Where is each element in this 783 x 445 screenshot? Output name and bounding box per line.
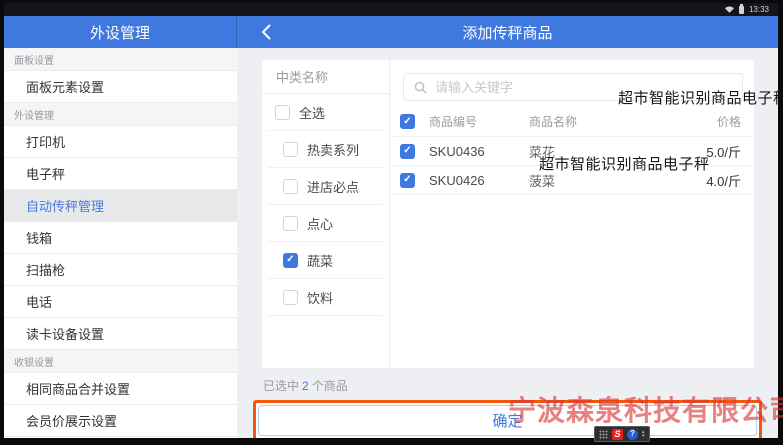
search-box[interactable] xyxy=(403,73,743,101)
collapse-arrows-icon[interactable]: ▴▾ xyxy=(642,430,645,438)
column-header-name: 商品名称 xyxy=(529,113,669,130)
add-products-panel: 中类名称 全选 热卖系列 进店必点 xyxy=(262,60,754,368)
search-input[interactable] xyxy=(435,80,732,95)
checkbox[interactable] xyxy=(283,179,298,194)
category-option-label: 全选 xyxy=(299,103,325,122)
row-price: 5.0/斤 xyxy=(669,142,741,161)
checkbox[interactable] xyxy=(283,216,298,231)
product-table-header: 商品编号 商品名称 价格 xyxy=(390,107,754,137)
row-checkbox-checked-icon[interactable] xyxy=(400,173,415,188)
checkbox[interactable] xyxy=(283,142,298,157)
sidebar-section-cashier-settings: 收银设置 xyxy=(4,350,237,373)
sidebar-list: 面板设置 面板元素设置 外设管理 打印机 电子秤 自动传秤管理 钱箱 扫描枪 电… xyxy=(4,48,237,438)
category-option-label: 热卖系列 xyxy=(307,140,359,159)
row-sku: SKU0436 xyxy=(429,144,529,159)
main-body: 中类名称 全选 热卖系列 进店必点 xyxy=(237,48,778,438)
select-all-checkbox-checked-icon[interactable] xyxy=(400,114,415,129)
row-name: 菠菜 xyxy=(529,171,669,190)
sidebar-item-printer[interactable]: 打印机 xyxy=(4,126,237,158)
column-header-sku: 商品编号 xyxy=(429,113,529,130)
back-button[interactable] xyxy=(253,16,279,48)
product-column: 商品编号 商品名称 价格 SKU0436 菜花 5.0/斤 xyxy=(390,60,754,368)
snagit-icon[interactable]: S xyxy=(612,429,623,440)
row-checkbox-checked-icon[interactable] xyxy=(400,144,415,159)
help-icon[interactable]: ? xyxy=(627,429,638,440)
main-area: 添加传秤商品 中类名称 全选 热卖系列 xyxy=(237,16,778,438)
sidebar-item-electronic-scale[interactable]: 电子秤 xyxy=(4,158,237,190)
sidebar-section-panel-settings: 面板设置 xyxy=(4,48,237,71)
app-body: 外设管理 面板设置 面板元素设置 外设管理 打印机 电子秤 自动传秤管理 钱箱 … xyxy=(4,16,778,438)
category-option-label: 进店必点 xyxy=(307,177,359,196)
capture-toolbar[interactable]: S ? ▴▾ xyxy=(594,426,650,442)
sidebar-item-card-reader[interactable]: 读卡设备设置 xyxy=(4,318,237,350)
device-frame: 13:33 外设管理 面板设置 面板元素设置 外设管理 打印机 电子秤 自动传秤… xyxy=(0,0,783,445)
category-option-hot-sale[interactable]: 热卖系列 xyxy=(268,131,383,168)
row-price: 4.0/斤 xyxy=(669,171,741,190)
column-header-price: 价格 xyxy=(669,113,741,130)
category-column-title: 中类名称 xyxy=(262,60,389,94)
checkbox[interactable] xyxy=(283,290,298,305)
category-option-label: 蔬菜 xyxy=(307,251,333,270)
app-screen: 13:33 外设管理 面板设置 面板元素设置 外设管理 打印机 电子秤 自动传秤… xyxy=(4,3,778,438)
checkbox-checked-icon[interactable] xyxy=(283,253,298,268)
category-option-must-order[interactable]: 进店必点 xyxy=(268,168,383,205)
main-header: 添加传秤商品 xyxy=(237,16,778,48)
sidebar-item-member-price-display[interactable]: 会员价展示设置 xyxy=(4,405,237,437)
sidebar-item-phone[interactable]: 电话 xyxy=(4,286,237,318)
confirm-button[interactable]: 确定 xyxy=(258,405,757,436)
sidebar-item-panel-elements[interactable]: 面板元素设置 xyxy=(4,71,237,103)
chevron-left-icon xyxy=(261,24,271,40)
category-column: 中类名称 全选 热卖系列 进店必点 xyxy=(262,60,390,368)
category-option-vegetables[interactable]: 蔬菜 xyxy=(268,242,383,279)
table-row[interactable]: SKU0426 菠菜 4.0/斤 xyxy=(390,166,754,195)
wifi-icon xyxy=(725,6,734,13)
battery-icon xyxy=(739,6,744,14)
sidebar-section-peripherals: 外设管理 xyxy=(4,103,237,126)
category-option-select-all[interactable]: 全选 xyxy=(268,94,383,131)
status-bar: 13:33 xyxy=(4,3,778,16)
selection-summary: 已选中2个商品 xyxy=(263,377,754,394)
selection-prefix: 已选中 xyxy=(263,379,299,393)
category-option-beverages[interactable]: 饮料 xyxy=(268,279,383,316)
checkbox[interactable] xyxy=(275,105,290,120)
annotation-highlight-box: 确定 xyxy=(253,400,762,438)
product-table: 商品编号 商品名称 价格 SKU0436 菜花 5.0/斤 xyxy=(390,107,754,195)
sidebar-item-scanner[interactable]: 扫描枪 xyxy=(4,254,237,286)
sidebar-title: 外设管理 xyxy=(4,16,237,48)
category-option-dim-sum[interactable]: 点心 xyxy=(268,205,383,242)
category-option-label: 饮料 xyxy=(307,288,333,307)
selection-suffix: 个商品 xyxy=(312,379,348,393)
sidebar: 外设管理 面板设置 面板元素设置 外设管理 打印机 电子秤 自动传秤管理 钱箱 … xyxy=(4,16,237,438)
selection-count: 2 xyxy=(299,379,312,393)
row-sku: SKU0426 xyxy=(429,173,529,188)
search-icon xyxy=(414,81,427,94)
table-row[interactable]: SKU0436 菜花 5.0/斤 xyxy=(390,137,754,166)
sidebar-item-cash-drawer[interactable]: 钱箱 xyxy=(4,222,237,254)
row-name: 菜花 xyxy=(529,142,669,161)
category-option-label: 点心 xyxy=(307,214,333,233)
sidebar-item-auto-scale-management[interactable]: 自动传秤管理 xyxy=(4,190,237,222)
drag-handle-icon[interactable] xyxy=(599,430,608,439)
status-time: 13:33 xyxy=(749,6,769,14)
page-title: 添加传秤商品 xyxy=(462,22,552,43)
sidebar-item-merge-same-products[interactable]: 相同商品合并设置 xyxy=(4,373,237,405)
